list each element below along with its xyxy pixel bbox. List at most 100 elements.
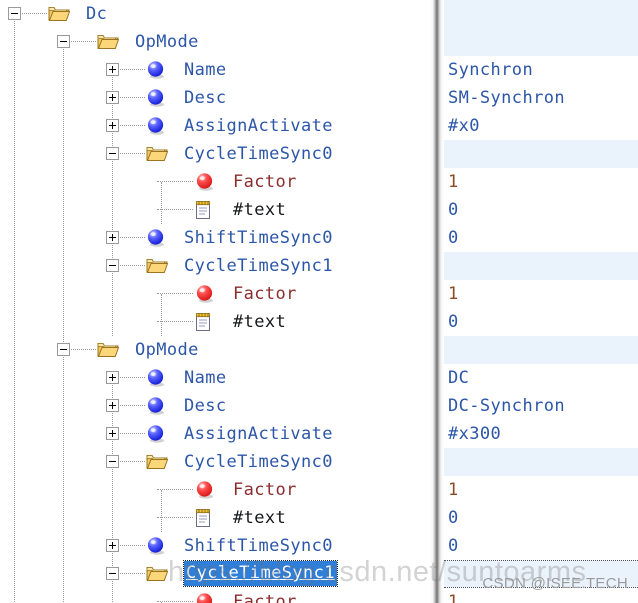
tree-node-label[interactable]: Factor — [233, 168, 297, 196]
expand-node-icon[interactable] — [106, 231, 119, 244]
tree-row[interactable]: #text — [0, 308, 437, 336]
tree-row[interactable]: Desc — [0, 84, 437, 112]
value-text: DC-Synchron — [448, 396, 565, 416]
value-row[interactable]: SM-Synchron — [444, 84, 638, 112]
value-row[interactable] — [444, 140, 638, 168]
tree-row[interactable]: Factor — [0, 168, 437, 196]
value-row[interactable]: 0 — [444, 196, 638, 224]
tree-node-label[interactable]: #text — [233, 308, 286, 336]
xml-tree-pane[interactable]: Dc OpMode Name Desc AssignActivate CycleTimeS… — [0, 0, 437, 603]
value-row[interactable] — [444, 28, 638, 56]
expand-node-icon[interactable] — [106, 63, 119, 76]
tree-node-label[interactable]: OpMode — [135, 28, 199, 56]
expand-node-icon[interactable] — [106, 427, 119, 440]
value-row[interactable] — [444, 448, 638, 476]
tree-row[interactable]: Factor — [0, 588, 437, 603]
value-row[interactable] — [444, 336, 638, 364]
tree-node-label[interactable]: CycleTimeSync1 — [184, 252, 333, 280]
tree-row[interactable]: #text — [0, 196, 437, 224]
collapse-node-icon[interactable] — [57, 343, 70, 356]
value-row[interactable] — [444, 0, 638, 28]
tree-node-label[interactable]: Desc — [184, 84, 227, 112]
tree-node-label[interactable]: ShiftTimeSync0 — [184, 532, 333, 560]
tree-row[interactable]: CycleTimeSync1 — [0, 560, 437, 588]
tree-connector-line — [120, 545, 145, 547]
folder-icon — [97, 340, 119, 358]
value-row[interactable] — [444, 252, 638, 280]
value-row[interactable]: 0 — [444, 308, 638, 336]
tree-node-label[interactable]: Factor — [233, 280, 297, 308]
tree-node-label[interactable]: Desc — [184, 392, 227, 420]
collapse-node-icon[interactable] — [57, 35, 70, 48]
value-row[interactable]: #x0 — [444, 112, 638, 140]
tree-node-label[interactable]: ShiftTimeSync0 — [184, 224, 333, 252]
sphere-blue-icon — [146, 60, 166, 80]
tree-node-label[interactable]: #text — [233, 196, 286, 224]
collapse-node-icon[interactable] — [8, 7, 21, 20]
tree-row[interactable]: AssignActivate — [0, 420, 437, 448]
collapse-node-icon[interactable] — [106, 147, 119, 160]
expand-node-icon[interactable] — [106, 539, 119, 552]
tree-connector-line — [120, 433, 145, 435]
tree-node-label[interactable]: AssignActivate — [184, 420, 333, 448]
collapse-node-icon[interactable] — [106, 259, 119, 272]
tree-node-label[interactable]: Name — [184, 364, 227, 392]
expand-node-icon[interactable] — [106, 399, 119, 412]
value-row[interactable] — [444, 560, 638, 588]
collapse-node-icon[interactable] — [106, 455, 119, 468]
tree-row[interactable]: Name — [0, 364, 437, 392]
value-row[interactable]: 1 — [444, 588, 638, 603]
tree-row[interactable]: CycleTimeSync1 — [0, 252, 437, 280]
tree-node-label[interactable]: Dc — [86, 0, 107, 28]
tree-node-label[interactable]: Name — [184, 56, 227, 84]
tree-connector-line — [157, 293, 193, 295]
tree-row[interactable]: AssignActivate — [0, 112, 437, 140]
tree-node-label[interactable]: OpMode — [135, 336, 199, 364]
xml-value-pane[interactable]: Synchron SM-Synchron #x0 1 0 0 1 0 DC DC-Synchron… — [444, 0, 638, 603]
tree-row[interactable]: CycleTimeSync0 — [0, 448, 437, 476]
tree-node-label[interactable]: CycleTimeSync0 — [184, 140, 333, 168]
tree-row[interactable]: Desc — [0, 392, 437, 420]
tree-connector-line — [120, 237, 145, 239]
tree-row[interactable]: OpMode — [0, 336, 437, 364]
tree-node-label-selected[interactable]: CycleTimeSync1 — [183, 560, 338, 587]
value-row[interactable]: 1 — [444, 280, 638, 308]
value-row[interactable]: 0 — [444, 224, 638, 252]
expand-node-icon[interactable] — [106, 119, 119, 132]
expand-node-icon[interactable] — [106, 91, 119, 104]
tree-row[interactable]: CycleTimeSync0 — [0, 140, 437, 168]
value-row[interactable]: Synchron — [444, 56, 638, 84]
value-row[interactable]: DC — [444, 364, 638, 392]
value-row[interactable]: 1 — [444, 168, 638, 196]
value-row[interactable]: DC-Synchron — [444, 392, 638, 420]
tree-node-label[interactable]: AssignActivate — [184, 112, 333, 140]
tree-node-label[interactable]: Factor — [233, 476, 297, 504]
pane-splitter[interactable] — [430, 0, 444, 603]
value-row[interactable]: 0 — [444, 532, 638, 560]
tree-connector-line — [120, 125, 145, 127]
sphere-blue-icon — [146, 116, 166, 136]
tree-node-label[interactable]: #text — [233, 504, 286, 532]
tree-row[interactable]: #text — [0, 504, 437, 532]
tree-row[interactable]: Dc — [0, 0, 437, 28]
sphere-blue-icon — [146, 88, 166, 108]
tree-node-label[interactable]: CycleTimeSync0 — [184, 448, 333, 476]
tree-row[interactable]: ShiftTimeSync0 — [0, 532, 437, 560]
expand-node-icon[interactable] — [106, 371, 119, 384]
tree-row[interactable]: Name — [0, 56, 437, 84]
tree-row[interactable]: OpMode — [0, 28, 437, 56]
tree-connector-line — [157, 517, 193, 519]
value-text: 0 — [448, 536, 459, 556]
collapse-node-icon[interactable] — [106, 567, 119, 580]
value-row[interactable]: 0 — [444, 504, 638, 532]
tree-connector-line — [120, 573, 145, 575]
tree-row[interactable]: Factor — [0, 280, 437, 308]
value-row[interactable]: #x300 — [444, 420, 638, 448]
tree-row[interactable]: Factor — [0, 476, 437, 504]
value-row[interactable]: 1 — [444, 476, 638, 504]
folder-icon — [146, 564, 168, 582]
document-icon — [195, 200, 212, 220]
sphere-blue-icon — [146, 536, 166, 556]
tree-row[interactable]: ShiftTimeSync0 — [0, 224, 437, 252]
tree-node-label[interactable]: Factor — [233, 588, 297, 603]
